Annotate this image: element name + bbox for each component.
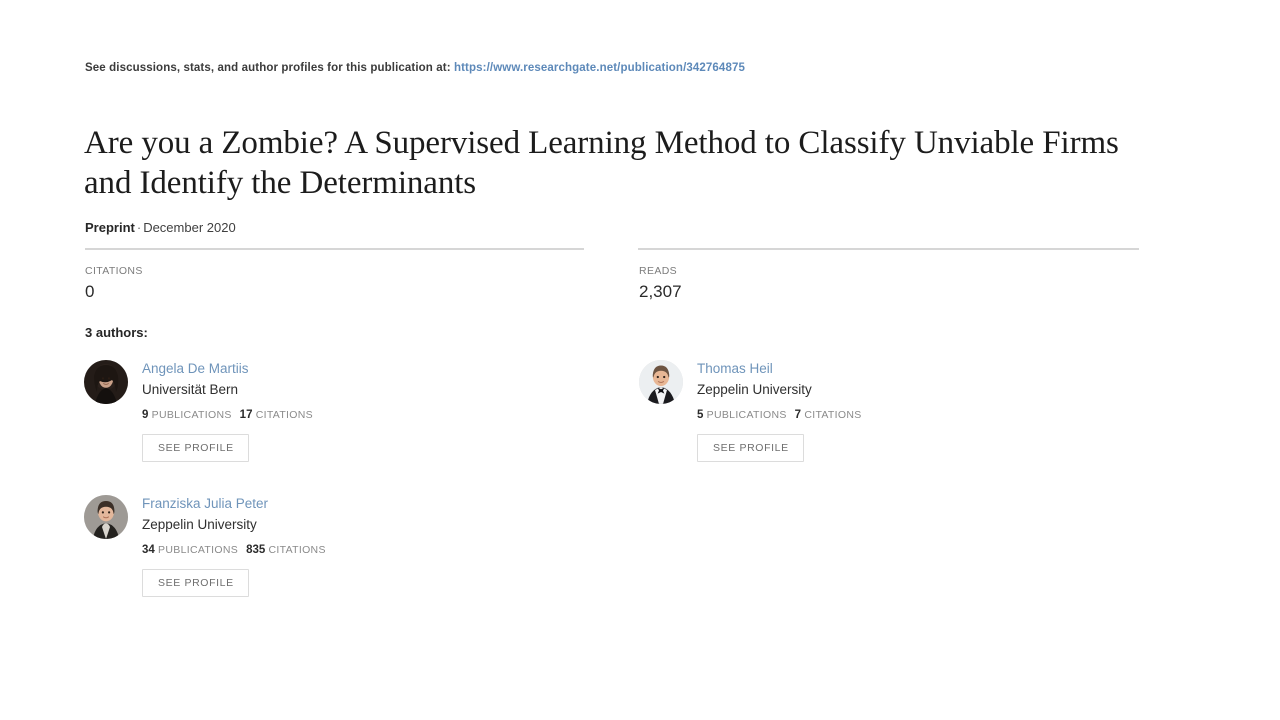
author-name-link[interactable]: Franziska Julia Peter: [142, 495, 544, 512]
publication-type: Preprint: [85, 220, 135, 235]
avatar[interactable]: [84, 360, 128, 404]
author-stats: 5 PUBLICATIONS 7 CITATIONS: [697, 408, 1099, 422]
author-name-link[interactable]: Thomas Heil: [697, 360, 1099, 377]
publication-url-link[interactable]: https://www.researchgate.net/publication…: [454, 62, 745, 74]
author-affiliation: Universität Bern: [142, 382, 239, 397]
publication-title: Are you a Zombie? A Supervised Learning …: [84, 125, 1119, 202]
stat-citations: CITATIONS 0: [85, 264, 143, 302]
see-profile-button[interactable]: SEE PROFILE: [697, 434, 804, 462]
author-citations-label: CITATIONS: [268, 544, 326, 556]
source-line-prefix: See discussions, stats, and author profi…: [85, 62, 451, 74]
author-citations-label: CITATIONS: [804, 409, 862, 421]
divider-right: [638, 248, 1139, 250]
author-citations-count: 17: [239, 409, 253, 421]
author-citations-count: 835: [246, 544, 266, 556]
source-line: See discussions, stats, and author profi…: [85, 62, 745, 74]
publication-meta: Preprint · December 2020: [85, 220, 236, 235]
author-affiliation: Zeppelin University: [142, 517, 257, 532]
author-entry: Thomas Heil Zeppelin University 5 PUBLIC…: [639, 360, 1099, 462]
stat-reads-label: READS: [639, 265, 678, 277]
author-affiliation: Zeppelin University: [697, 382, 812, 397]
author-info: Thomas Heil Zeppelin University 5 PUBLIC…: [697, 360, 1099, 462]
author-entry: Franziska Julia Peter Zeppelin Universit…: [84, 495, 544, 597]
avatar[interactable]: [639, 360, 683, 404]
author-name-link[interactable]: Angela De Martiis: [142, 360, 544, 377]
author-stats: 34 PUBLICATIONS 835 CITATIONS: [142, 543, 544, 557]
author-publications-label: PUBLICATIONS: [158, 544, 239, 556]
author-citations-label: CITATIONS: [255, 409, 313, 421]
author-publications-count: 34: [142, 544, 155, 556]
author-publications-count: 9: [142, 409, 149, 421]
author-publications-label: PUBLICATIONS: [706, 409, 787, 421]
see-profile-button[interactable]: SEE PROFILE: [142, 434, 249, 462]
author-info: Angela De Martiis Universität Bern 9 PUB…: [142, 360, 544, 462]
author-entry: Angela De Martiis Universität Bern 9 PUB…: [84, 360, 544, 462]
divider-left: [85, 248, 584, 250]
author-stats: 9 PUBLICATIONS 17 CITATIONS: [142, 408, 544, 422]
see-profile-button[interactable]: SEE PROFILE: [142, 569, 249, 597]
stat-citations-label: CITATIONS: [85, 265, 143, 277]
stat-reads: READS 2,307: [639, 264, 682, 302]
publication-date: December 2020: [143, 220, 236, 235]
author-publications-count: 5: [697, 409, 704, 421]
authors-count-label: 3 authors:: [85, 325, 148, 340]
researchgate-publication-header: See discussions, stats, and author profi…: [0, 0, 1280, 720]
author-info: Franziska Julia Peter Zeppelin Universit…: [142, 495, 544, 597]
stat-reads-value: 2,307: [639, 282, 682, 301]
meta-separator: ·: [136, 220, 142, 235]
stat-citations-value: 0: [85, 282, 95, 301]
author-publications-label: PUBLICATIONS: [151, 409, 232, 421]
author-citations-count: 7: [794, 409, 802, 421]
avatar[interactable]: [84, 495, 128, 539]
